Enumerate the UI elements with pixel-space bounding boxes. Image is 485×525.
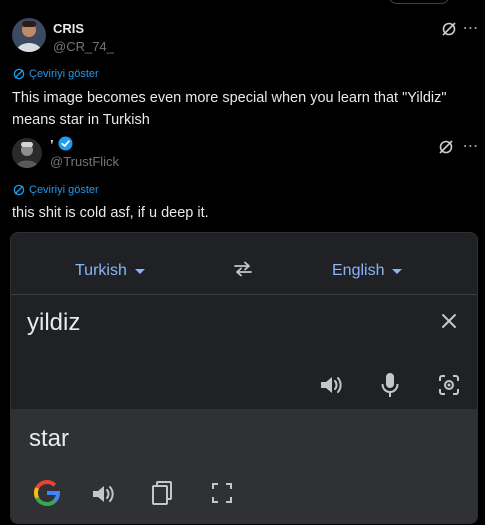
speaker-icon[interactable] xyxy=(89,481,117,507)
translate-icon xyxy=(13,68,25,80)
source-language-selector[interactable]: Turkish xyxy=(75,262,145,280)
translate-card[interactable]: Turkish English yildiz star xyxy=(10,232,478,524)
caret-down-icon xyxy=(134,268,145,274)
author-handle[interactable]: @TrustFlick xyxy=(50,154,119,169)
speaker-icon[interactable] xyxy=(317,372,345,398)
copy-icon[interactable] xyxy=(149,479,175,507)
google-logo-icon[interactable] xyxy=(33,479,61,507)
target-language-selector[interactable]: English xyxy=(332,262,403,280)
tweet-text: This image becomes even more special whe… xyxy=(12,87,477,131)
grok-icon[interactable] xyxy=(440,20,458,38)
tweet-text-line: means star in Turkish xyxy=(12,112,150,128)
show-translation-label: Çeviriyi göster xyxy=(29,184,99,196)
author-name[interactable]: CRIS xyxy=(53,21,84,36)
more-options-icon[interactable]: ⋯ xyxy=(462,136,480,156)
top-action-pill[interactable] xyxy=(388,0,450,4)
author-name[interactable]: ’ xyxy=(50,137,54,152)
divider xyxy=(11,294,477,295)
verified-badge-icon xyxy=(58,136,73,151)
translate-icon xyxy=(13,184,25,196)
clear-text-icon[interactable] xyxy=(437,309,461,333)
author-handle[interactable]: @CR_74_ xyxy=(53,39,114,54)
tweet-text-line: This image becomes even more special whe… xyxy=(12,90,447,106)
show-translation-label: Çeviriyi göster xyxy=(29,68,99,80)
show-translation-link[interactable]: Çeviriyi göster xyxy=(13,68,99,80)
source-text[interactable]: yildiz xyxy=(27,309,80,337)
grok-icon[interactable] xyxy=(437,138,455,156)
tweet-text: this shit is cold asf, if u deep it. xyxy=(12,205,209,221)
translation-result-panel: star xyxy=(11,409,477,523)
result-text: star xyxy=(29,425,70,452)
target-language-label: English xyxy=(332,262,385,279)
source-language-label: Turkish xyxy=(75,262,127,279)
more-options-icon[interactable]: ⋯ xyxy=(462,18,480,38)
show-translation-link[interactable]: Çeviriyi göster xyxy=(13,184,99,196)
avatar[interactable] xyxy=(12,138,42,168)
fullscreen-icon[interactable] xyxy=(209,480,235,506)
microphone-icon[interactable] xyxy=(377,371,403,399)
avatar[interactable] xyxy=(12,18,46,52)
caret-down-icon xyxy=(392,268,403,274)
camera-lens-icon[interactable] xyxy=(435,371,463,399)
swap-languages-icon[interactable] xyxy=(231,259,255,279)
